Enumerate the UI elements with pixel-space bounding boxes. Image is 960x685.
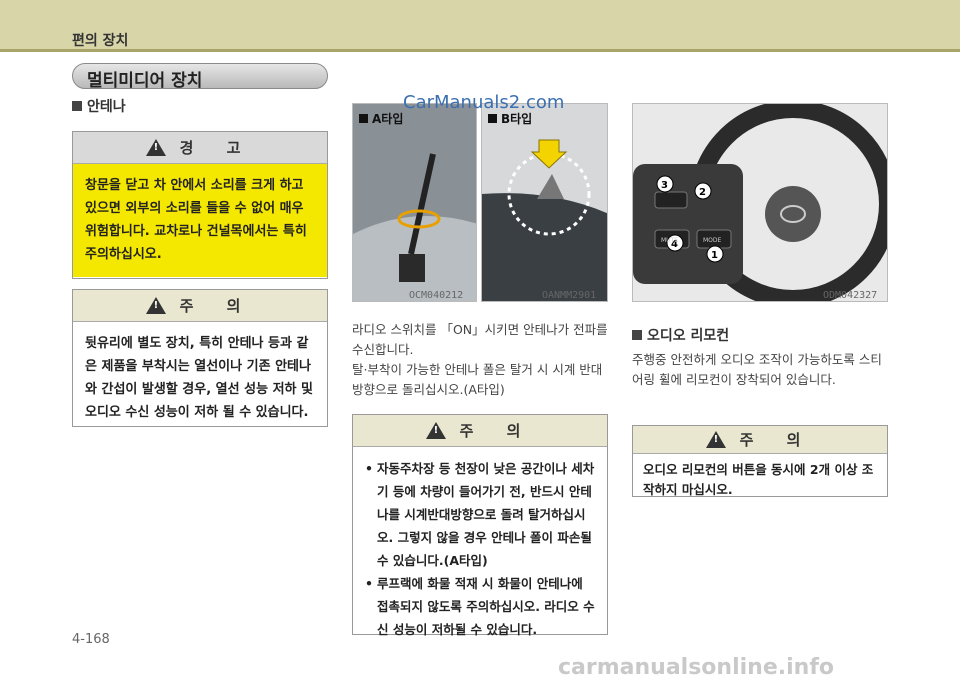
caution-box-title: 주 의	[459, 422, 535, 440]
caution-box-header: 주 의	[73, 290, 327, 322]
antenna-paragraph-line2: 탈·부착이 가능한 안테나 폴은 탈거 시 시계 반대 방향으로 돌리십시오.(…	[352, 362, 603, 397]
warning-triangle-icon	[705, 431, 726, 448]
mode-button-label: MODE	[703, 237, 722, 244]
caution-box-header: 주 의	[353, 415, 607, 447]
caution-box-body: 오디오 리모컨의 버튼을 동시에 2개 이상 조작하지 마십시오.	[643, 462, 874, 497]
caution-list-item: 루프랙에 화물 적재 시 화물이 안테나에 접촉되지 않도록 주의하십시오. 라…	[365, 572, 595, 641]
watermark-top: CarManuals2.com	[403, 92, 565, 113]
warning-box-title: 경 고	[179, 139, 255, 157]
remote-heading: 오디오 리모컨	[632, 325, 729, 345]
antenna-heading-text: 안테나	[87, 99, 126, 115]
antenna-photo-b: B타입 OANMM2901	[481, 103, 608, 302]
caution-box-body: 뒷유리에 별도 장치, 특히 안테나 등과 같은 제품을 부착시는 열선이나 기…	[85, 336, 313, 420]
antenna-paragraph: 라디오 스위치를 「ON」시키면 안테나가 전파를 수신합니다. 탈·부착이 가…	[352, 320, 608, 400]
caution-box-antenna: 주 의 자동주차장 등 천장이 낮은 공간이나 세차기 등에 차량이 들어가기 …	[352, 414, 608, 637]
section-title: 멀티미디어 장치	[87, 71, 203, 91]
antenna-heading: 안테나	[72, 96, 126, 116]
caution-box-title: 주 의	[739, 431, 815, 449]
remote-paragraph: 주행중 안전하게 오디오 조작이 가능하도록 스티어링 휠에 리모컨이 장착되어…	[632, 352, 882, 387]
steering-wheel-photo: 3 2 4 1 MUTE MODE ODM042327	[632, 103, 888, 302]
antenna-paragraph-line1: 라디오 스위치를 「ON」시키면 안테나가 전파를 수신합니다.	[352, 322, 608, 357]
caution-box-remote: 주 의 오디오 리모컨의 버튼을 동시에 2개 이상 조작하지 마십시오.	[632, 425, 888, 497]
caution-box-title: 주 의	[179, 297, 255, 315]
remote-heading-text: 오디오 리모컨	[647, 328, 730, 344]
warning-box-header: 경 고	[73, 132, 327, 164]
antenna-type-a-label: A타입	[359, 110, 403, 127]
warning-triangle-icon	[145, 297, 166, 314]
header-title: 편의 장치	[72, 33, 129, 49]
caution-box-header: 주 의	[633, 426, 887, 454]
section-title-pill: 멀티미디어 장치	[72, 63, 328, 91]
page-number: 4-168	[72, 632, 110, 647]
mute-button-label: MUTE	[661, 237, 678, 244]
caution-list: 자동주차장 등 천장이 낮은 공간이나 세차기 등에 차량이 들어가기 전, 반…	[353, 447, 607, 651]
antenna-photo-a: A타입 OCM040212	[352, 103, 477, 302]
antenna-a-illustration	[353, 104, 476, 301]
caution-list-item: 자동주차장 등 천장이 낮은 공간이나 세차기 등에 차량이 들어가기 전, 반…	[365, 457, 595, 572]
image-code-b: OANMM2901	[542, 290, 597, 301]
square-bullet-icon	[632, 330, 642, 340]
footer-watermark: carmanualsonline.info	[558, 655, 834, 680]
callout-3: 3	[661, 180, 668, 191]
warning-box-body: 창문을 닫고 차 안에서 소리를 크게 하고 있으면 외부의 소리를 들을 수 …	[73, 164, 327, 277]
warning-triangle-icon	[145, 139, 166, 156]
steering-wheel-illustration: 3 2 4 1 MUTE MODE	[633, 104, 887, 301]
callout-1: 1	[711, 250, 718, 261]
header-band	[0, 0, 960, 52]
image-code-wheel: ODM042327	[823, 290, 878, 301]
caution-box-rear-glass: 주 의 뒷유리에 별도 장치, 특히 안테나 등과 같은 제품을 부착시는 열선…	[72, 289, 328, 427]
callout-2: 2	[699, 187, 706, 198]
warning-triangle-icon	[425, 422, 446, 439]
square-bullet-icon	[72, 101, 82, 111]
warning-box: 경 고 창문을 닫고 차 안에서 소리를 크게 하고 있으면 외부의 소리를 들…	[72, 131, 328, 279]
image-code-a: OCM040212	[409, 290, 464, 301]
antenna-b-illustration	[482, 104, 607, 301]
